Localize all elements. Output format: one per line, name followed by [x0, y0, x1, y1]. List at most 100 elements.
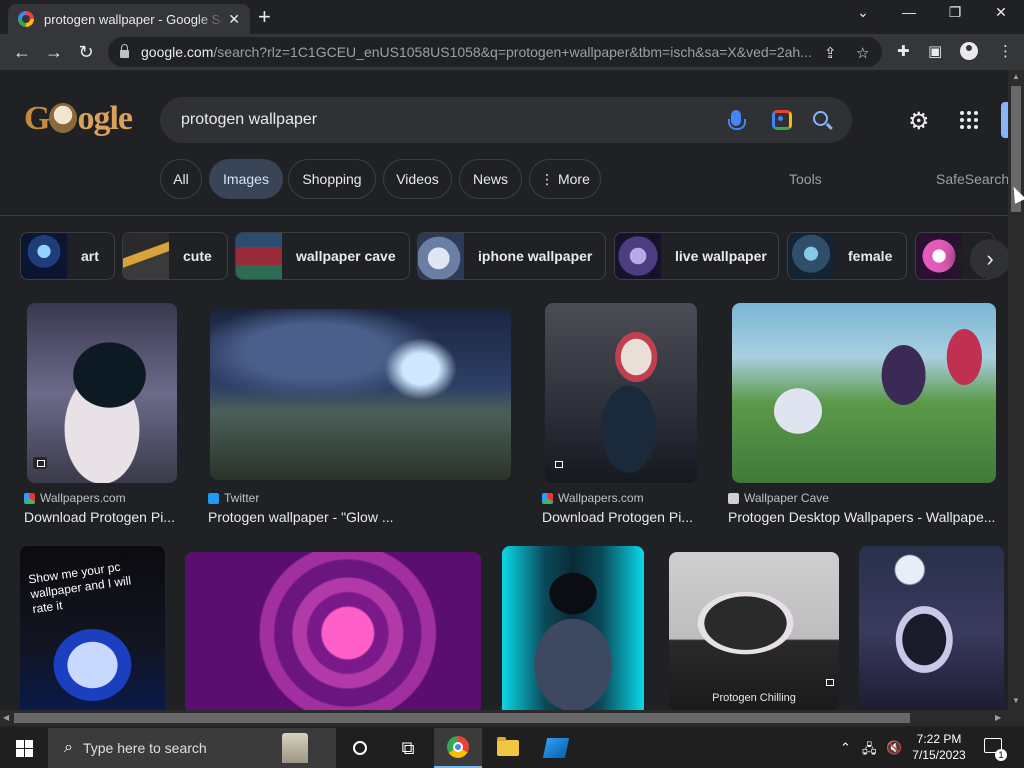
google-apps-grid-icon[interactable] [960, 111, 978, 129]
taskbar-app-blue[interactable] [532, 728, 580, 768]
search-box[interactable]: protogen wallpaper [160, 97, 852, 143]
tab-search-chevron-icon[interactable]: ⌄ [848, 4, 878, 26]
share-icon[interactable]: ⇪ [824, 44, 837, 62]
taskbar-search-box[interactable]: ⌕ Type here to search [48, 728, 336, 768]
url-path: /search?rlz=1C1GCEU_enUS1058US1058&q=pro… [213, 44, 812, 60]
search-icon[interactable] [813, 111, 828, 126]
taskbar-clock[interactable]: 7:22 PM 7/15/2023 [906, 731, 972, 763]
chip-thumbnail [21, 233, 67, 279]
result-source-name: Wallpapers.com [558, 491, 644, 505]
scroll-corner [1008, 710, 1024, 726]
wallpapers-favicon-icon [24, 492, 35, 504]
result-thumbnail[interactable] [502, 546, 644, 710]
result-caption[interactable]: Protogen wallpaper - "Glow ... [208, 509, 508, 525]
result-source[interactable]: Wallpapers.com [542, 491, 644, 505]
chips-next-chevron-icon[interactable]: › [970, 239, 1008, 279]
voice-search-mic-icon[interactable] [728, 110, 746, 130]
chip-thumbnail [615, 233, 661, 279]
clock-date: 7/15/2023 [912, 748, 966, 762]
lock-icon[interactable] [120, 44, 129, 58]
side-panel-icon[interactable]: ▣ [928, 42, 942, 60]
chrome-icon [447, 736, 469, 758]
google-favicon-icon [18, 11, 34, 27]
chip-art[interactable]: art [20, 232, 115, 280]
settings-gear-icon[interactable]: ⚙ [908, 107, 930, 136]
result-thumbnail[interactable] [732, 303, 996, 483]
result-caption[interactable]: Protogen Desktop Wallpapers - Wallpape..… [728, 509, 1000, 525]
scroll-up-arrow-icon[interactable]: ▲ [1012, 72, 1020, 81]
tab-shopping[interactable]: Shopping [288, 159, 376, 199]
tab-news[interactable]: News [459, 159, 522, 199]
scroll-down-arrow-icon[interactable]: ▼ [1012, 696, 1020, 705]
twitter-favicon-icon [208, 492, 219, 504]
chip-thumbnail [123, 233, 169, 279]
result-caption[interactable]: Download Protogen Pi... [24, 509, 184, 525]
minimize-button[interactable]: — [894, 4, 924, 26]
tray-show-hidden-icon[interactable]: ⌃ [840, 740, 851, 756]
horizontal-scroll-thumb[interactable] [14, 713, 910, 723]
chip-live-wallpaper[interactable]: live wallpaper [614, 232, 779, 280]
horizontal-scrollbar[interactable]: ◀ ▶ [0, 710, 1008, 726]
chrome-menu-icon[interactable]: ⋮ [998, 42, 1013, 60]
profile-avatar-icon[interactable] [960, 42, 978, 60]
gallery-badge-icon [822, 676, 836, 688]
blue-app-icon [542, 738, 570, 758]
result-thumbnail[interactable] [545, 303, 697, 483]
tab-all[interactable]: All [160, 159, 202, 199]
google-doodle-logo[interactable]: Gogle [24, 100, 133, 138]
back-button[interactable]: ← [6, 42, 38, 63]
tab-images[interactable]: Images [209, 159, 283, 199]
search-input[interactable]: protogen wallpaper [181, 111, 317, 129]
result-source[interactable]: Twitter [208, 491, 259, 505]
result-thumbnail[interactable] [210, 309, 511, 480]
extensions-puzzle-icon[interactable]: ✚ [897, 42, 910, 60]
chip-label: female [848, 248, 893, 264]
restore-button[interactable]: ❐ [940, 4, 970, 26]
result-source-name: Wallpaper Cave [744, 491, 829, 505]
clock-time: 7:22 PM [916, 732, 962, 746]
url-text: google.com/search?rlz=1C1GCEU_enUS1058US… [141, 44, 831, 60]
close-window-button[interactable]: ✕ [986, 4, 1016, 26]
task-view-button[interactable]: ⧉ [384, 728, 432, 768]
cortana-button[interactable] [336, 728, 384, 768]
tab-videos[interactable]: Videos [383, 159, 452, 199]
reload-button[interactable]: ↻ [70, 42, 102, 63]
windows-start-icon[interactable] [16, 740, 33, 757]
bookmark-star-icon[interactable]: ☆ [856, 44, 869, 62]
chip-female[interactable]: female [787, 232, 907, 280]
taskbar-file-explorer[interactable] [484, 728, 532, 768]
result-thumbnail[interactable]: Protogen Chilling [669, 552, 839, 710]
result-caption[interactable]: Download Protogen Pi... [542, 509, 702, 525]
chip-wallpaper-cave[interactable]: wallpaper cave [235, 232, 410, 280]
sign-in-button[interactable] [1001, 102, 1008, 138]
google-lens-icon[interactable] [772, 110, 792, 130]
result-thumbnail[interactable] [185, 552, 481, 710]
result-thumbnail[interactable]: Show me your pc wallpaper and I will rat… [20, 546, 165, 710]
result-source[interactable]: Wallpaper Cave [728, 491, 829, 505]
chip-label: wallpaper cave [296, 248, 396, 264]
result-source[interactable]: Wallpapers.com [24, 491, 126, 505]
tab-more[interactable]: ⋮ More [529, 159, 601, 199]
scroll-right-arrow-icon[interactable]: ▶ [995, 713, 1001, 722]
vertical-scrollbar[interactable]: ▲ ▼ [1008, 70, 1024, 710]
file-explorer-icon [497, 737, 519, 756]
browser-tab[interactable]: protogen wallpaper - Google Search ✕ [8, 4, 250, 34]
google-images-page: Gogle protogen wallpaper ⚙ All Images Sh… [0, 70, 1008, 710]
result-thumbnail[interactable] [859, 546, 1004, 710]
result-source-name: Twitter [224, 491, 260, 505]
taskbar-search-placeholder: Type here to search [82, 740, 207, 756]
tools-button[interactable]: Tools [789, 171, 822, 187]
chip-iphone-wallpaper[interactable]: iphone wallpaper [417, 232, 606, 280]
result-thumbnail[interactable] [27, 303, 177, 483]
forward-button[interactable]: → [38, 42, 70, 63]
volume-muted-icon[interactable]: 🔇 [886, 740, 902, 756]
tab-close-icon[interactable]: ✕ [228, 11, 240, 28]
address-bar[interactable]: google.com/search?rlz=1C1GCEU_enUS1058US… [108, 37, 882, 67]
safesearch-button[interactable]: SafeSearch [936, 171, 1008, 187]
network-icon[interactable]: 🖧 [862, 740, 877, 762]
chip-cute[interactable]: cute [122, 232, 228, 280]
scroll-left-arrow-icon[interactable]: ◀ [3, 713, 9, 722]
taskbar-chrome[interactable] [434, 728, 482, 768]
new-tab-button[interactable]: + [258, 6, 271, 28]
tab-strip: protogen wallpaper - Google Search ✕ + ⌄… [0, 0, 1024, 34]
